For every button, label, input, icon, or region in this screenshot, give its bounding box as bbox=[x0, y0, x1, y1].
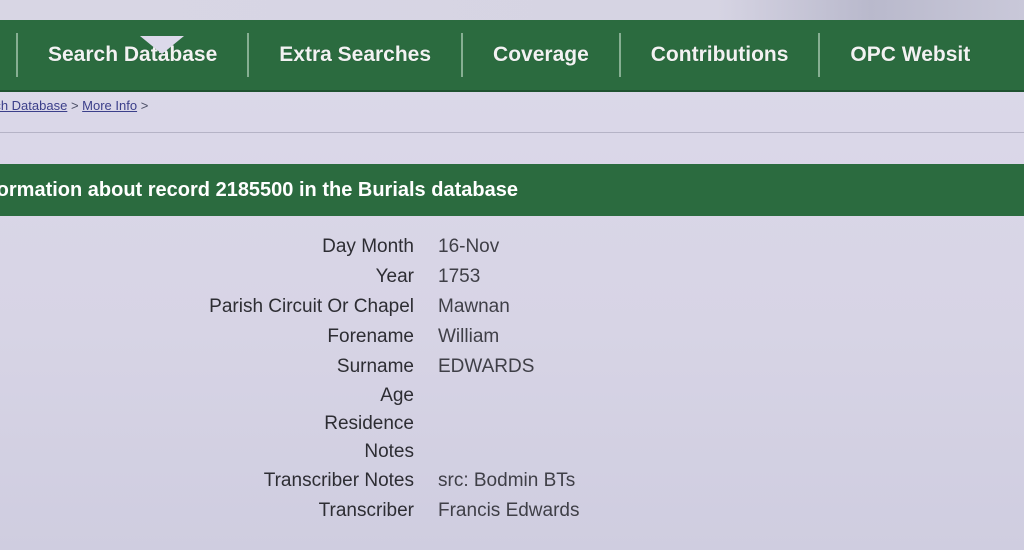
breadcrumb-link-search-database[interactable]: rch Database bbox=[0, 98, 67, 113]
field-label: Residence bbox=[324, 413, 414, 434]
nav-item-search-database[interactable]: Search Database bbox=[18, 43, 247, 67]
field-value: 16-Nov bbox=[438, 236, 500, 257]
field-row-surname: Surname EDWARDS bbox=[0, 352, 1024, 382]
field-value: William bbox=[438, 326, 500, 347]
breadcrumb: rch Database > More Info > bbox=[0, 98, 1024, 113]
field-label: Age bbox=[380, 385, 414, 406]
breadcrumb-separator: > bbox=[70, 98, 79, 113]
field-label: Forename bbox=[327, 326, 414, 347]
nav-separator bbox=[818, 33, 821, 77]
field-row-day-month: Day Month 16-Nov bbox=[0, 232, 1024, 262]
field-value: 1753 bbox=[438, 266, 481, 287]
main-nav: Search Database Extra Searches Coverage … bbox=[0, 20, 1024, 90]
breadcrumb-separator: > bbox=[140, 98, 149, 113]
nav-item-extra-searches[interactable]: Extra Searches bbox=[249, 43, 461, 67]
field-value: Francis Edwards bbox=[438, 500, 580, 521]
field-row-transcriber-notes: Transcriber Notes src: Bodmin BTs bbox=[0, 466, 1024, 496]
nav-item-coverage[interactable]: Coverage bbox=[463, 43, 619, 67]
field-value: Mawnan bbox=[438, 296, 510, 317]
field-row-parish: Parish Circuit Or Chapel Mawnan bbox=[0, 292, 1024, 322]
field-label: Year bbox=[375, 266, 414, 287]
nav-item-contributions[interactable]: Contributions bbox=[621, 43, 819, 67]
field-label: Notes bbox=[364, 441, 414, 462]
field-value: EDWARDS bbox=[438, 356, 535, 377]
active-tab-notch bbox=[140, 36, 184, 54]
field-label: Transcriber Notes bbox=[263, 470, 414, 491]
nav-separator bbox=[16, 33, 18, 77]
field-row-transcriber: Transcriber Francis Edwards bbox=[0, 496, 1024, 526]
field-row-year: Year 1753 bbox=[0, 262, 1024, 292]
divider bbox=[0, 132, 1024, 133]
field-label: Parish Circuit Or Chapel bbox=[209, 296, 414, 317]
field-row-age: Age bbox=[0, 382, 1024, 410]
record-header-bar: formation about record 2185500 in the Bu… bbox=[0, 164, 1024, 216]
record-details: Day Month 16-Nov Year 1753 Parish Circui… bbox=[0, 232, 1024, 526]
nav-separator bbox=[461, 33, 464, 77]
page: Search Database Extra Searches Coverage … bbox=[0, 0, 1024, 550]
field-value: src: Bodmin BTs bbox=[438, 470, 576, 491]
field-row-residence: Residence bbox=[0, 410, 1024, 438]
field-row-forename: Forename William bbox=[0, 322, 1024, 352]
field-label: Surname bbox=[336, 356, 414, 377]
field-label: Transcriber bbox=[318, 500, 414, 521]
breadcrumb-link-more-info[interactable]: More Info bbox=[82, 98, 137, 113]
record-heading: formation about record 2185500 in the Bu… bbox=[0, 178, 518, 201]
nav-separator bbox=[247, 33, 250, 77]
field-label: Day Month bbox=[322, 236, 414, 257]
nav-separator bbox=[618, 33, 621, 77]
field-row-notes: Notes bbox=[0, 438, 1024, 466]
nav-item-opc-website[interactable]: OPC Websit bbox=[820, 43, 1000, 67]
